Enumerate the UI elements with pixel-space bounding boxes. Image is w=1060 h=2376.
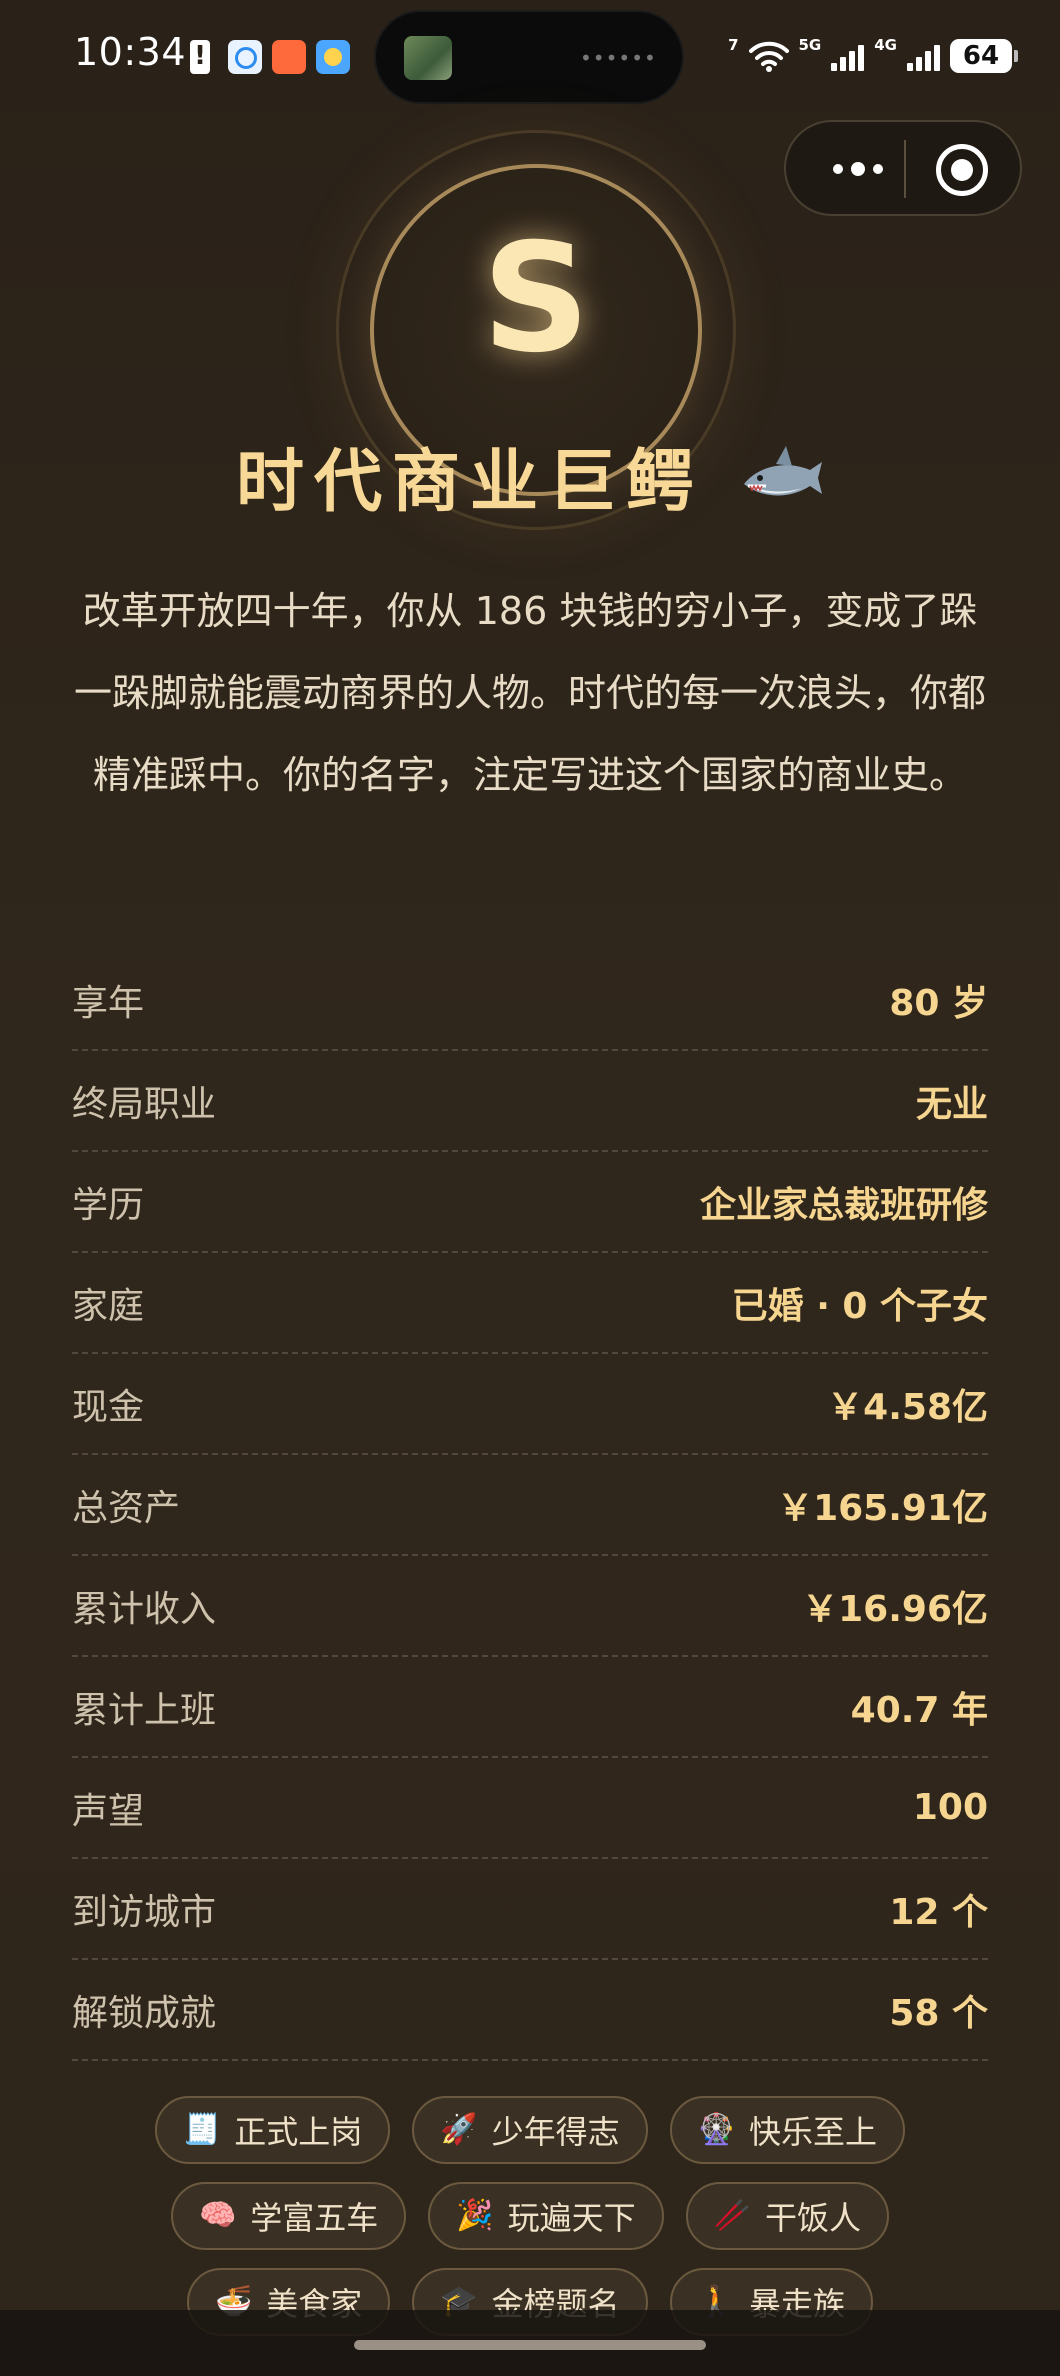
shark-icon (740, 440, 824, 510)
achievement-icon: 🧾 (182, 2112, 221, 2147)
achievement-icon: 🎡 (697, 2112, 736, 2147)
waveform-icon: •••••• (580, 46, 657, 70)
stat-label: 学历 (72, 1184, 145, 1226)
stat-row: 累计上班 40.7 年 (72, 1657, 988, 1758)
stat-row: 家庭 已婚 · 0 个子女 (72, 1253, 988, 1354)
stat-label: 声望 (72, 1790, 145, 1832)
stat-row: 解锁成就 58 个 (72, 1960, 988, 2061)
stats-list: 享年 80 岁终局职业 无业学历 企业家总裁班研修家庭 已婚 · 0 个子女现金 ￥4.5… (72, 950, 988, 2061)
status-time: 10:34 (74, 30, 187, 74)
weather-app-icon (316, 40, 350, 74)
stat-row: 学历 企业家总裁班研修 (72, 1152, 988, 1253)
ending-description: 改革开放四十年，你从 186 块钱的穷小子，变成了跺一跺脚就能震动商界的人物。时… (73, 589, 986, 797)
achievement-icon: 🚀 (440, 2112, 478, 2147)
dynamic-island[interactable]: •••••• (374, 10, 684, 104)
stat-label: 现金 (72, 1386, 145, 1428)
achievement-tag[interactable]: 🧾 正式上岗 (154, 2096, 391, 2164)
stat-label: 累计收入 (72, 1588, 217, 1630)
ending-title-row: 时代商业巨鳄 (0, 430, 1060, 522)
chat-app-icon (228, 40, 262, 74)
stat-label: 家庭 (72, 1285, 145, 1327)
stat-value: 100 (912, 1787, 988, 1828)
ending-title: 时代商业巨鳄 (235, 442, 704, 522)
stat-value: 80 岁 (889, 982, 988, 1024)
achievement-label: 学富五车 (250, 2199, 379, 2237)
stat-label: 累计上班 (72, 1689, 217, 1731)
media-thumbnail (404, 36, 452, 80)
stat-row: 享年 80 岁 (72, 950, 988, 1051)
signal2-label: 4G (874, 36, 897, 54)
target-close-icon[interactable] (936, 144, 988, 196)
result-page: { "status_bar": { "time": "10:34", "wifi… (0, 0, 1060, 2376)
stat-value: ￥165.91亿 (777, 1487, 988, 1529)
alert-icon (190, 40, 210, 74)
tag-row: 🧾 正式上岗 🚀 少年得志 🎡 快乐至上 (0, 2096, 1060, 2164)
stat-value: 无业 (915, 1083, 988, 1125)
stat-row: 到访城市 12 个 (72, 1859, 988, 1960)
home-indicator[interactable] (354, 2340, 706, 2350)
stat-value: ￥16.96亿 (802, 1588, 988, 1630)
grade-letter: S (481, 212, 591, 386)
achievement-icon: 🧠 (198, 2198, 237, 2233)
capsule-divider (904, 140, 906, 198)
tag-row: 🧠 学富五车 🎉 玩遍天下 🥢 干饭人 (0, 2182, 1060, 2250)
shopping-app-icon (272, 40, 306, 74)
achievement-label: 正式上岗 (234, 2113, 363, 2151)
status-indicators: 7 5G 4G 64 (728, 34, 1018, 78)
stat-label: 到访城市 (72, 1891, 217, 1933)
achievement-label: 少年得志 (491, 2113, 620, 2151)
miniprogram-capsule (784, 120, 1022, 216)
stat-value: 已婚 · 0 个子女 (731, 1285, 988, 1327)
stat-value: 12 个 (889, 1891, 988, 1933)
wifi-label: 7 (728, 36, 739, 54)
achievement-tag[interactable]: 🧠 学富五车 (170, 2182, 407, 2250)
signal2-icon (907, 41, 940, 71)
stat-row: 声望 100 (72, 1758, 988, 1859)
more-dots-icon[interactable] (814, 144, 902, 194)
achievement-tag[interactable]: 🚀 少年得志 (412, 2096, 648, 2164)
status-bar: 10:34 •••••• 7 5G 4G (0, 0, 1060, 110)
stat-row: 累计收入 ￥16.96亿 (72, 1556, 988, 1657)
achievement-label: 玩遍天下 (507, 2199, 636, 2237)
stat-row: 现金 ￥4.58亿 (72, 1354, 988, 1455)
stat-row: 总资产 ￥165.91亿 (72, 1455, 988, 1556)
achievement-tag[interactable]: 🥢 干饭人 (685, 2182, 890, 2250)
battery-icon: 64 (950, 39, 1018, 73)
stat-row: 终局职业 无业 (72, 1051, 988, 1152)
achievement-tag[interactable]: 🎉 玩遍天下 (428, 2182, 664, 2250)
achievement-label: 干饭人 (765, 2199, 862, 2237)
stat-value: 40.7 年 (850, 1689, 988, 1731)
achievement-label: 快乐至上 (749, 2113, 878, 2151)
stat-label: 享年 (72, 982, 145, 1024)
wifi-icon (748, 40, 789, 72)
stat-value: ￥4.58亿 (827, 1386, 988, 1428)
stat-value: 58 个 (889, 1992, 988, 2034)
stat-value: 企业家总裁班研修 (699, 1184, 988, 1226)
stat-label: 终局职业 (72, 1083, 217, 1125)
signal1-icon (831, 41, 865, 71)
stat-label: 解锁成就 (72, 1992, 217, 2034)
signal1-label: 5G (798, 36, 822, 54)
achievement-icon: 🎉 (456, 2198, 494, 2233)
achievement-tag[interactable]: 🎡 快乐至上 (669, 2096, 906, 2164)
stat-label: 总资产 (72, 1487, 181, 1529)
achievement-icon: 🥢 (713, 2198, 752, 2233)
